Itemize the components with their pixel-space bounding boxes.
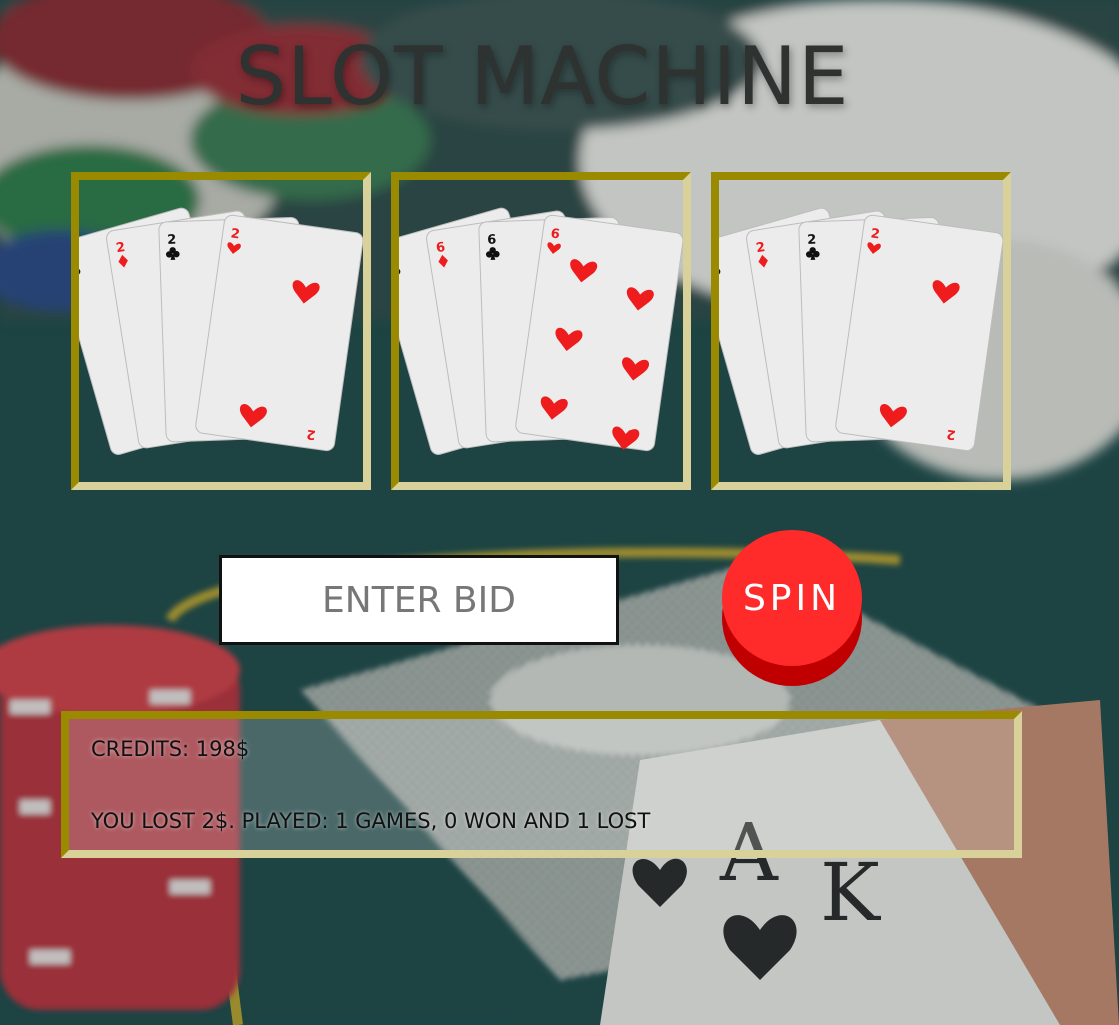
credits-text: CREDITS: 198$: [91, 737, 250, 761]
page-title: SLOT MACHINE: [235, 30, 850, 123]
reel-1: 22222: [71, 172, 371, 490]
playing-card: 22: [195, 214, 363, 452]
game-status-text: YOU LOST 2$. PLAYED: 1 GAMES, 0 WON AND …: [91, 809, 651, 833]
svg-text:2: 2: [807, 233, 817, 248]
reel-3: 22222: [711, 172, 1011, 490]
bid-input[interactable]: [219, 555, 619, 645]
status-panel: CREDITS: 198$ YOU LOST 2$. PLAYED: 1 GAM…: [61, 711, 1022, 858]
spin-button-label[interactable]: SPIN: [722, 530, 862, 666]
playing-card: 22: [835, 214, 1003, 452]
svg-text:2: 2: [167, 233, 177, 248]
spin-button[interactable]: SPIN: [722, 530, 862, 690]
casino-background-photo: A K: [0, 0, 1119, 1025]
reel-2: 66666: [391, 172, 691, 490]
svg-text:6: 6: [487, 233, 497, 248]
